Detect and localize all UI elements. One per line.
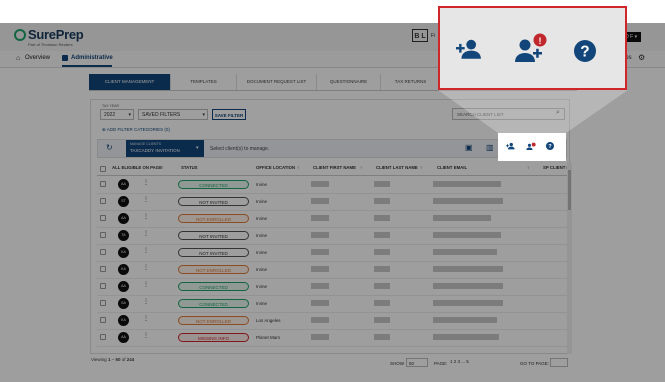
- svg-text:?: ?: [580, 44, 589, 61]
- add-user-icon[interactable]: [456, 38, 482, 65]
- svg-text:!: !: [539, 36, 542, 46]
- callout-beam: [438, 90, 628, 133]
- users-alert-icon[interactable]: !: [513, 33, 549, 68]
- help-icon[interactable]: ?: [574, 40, 596, 67]
